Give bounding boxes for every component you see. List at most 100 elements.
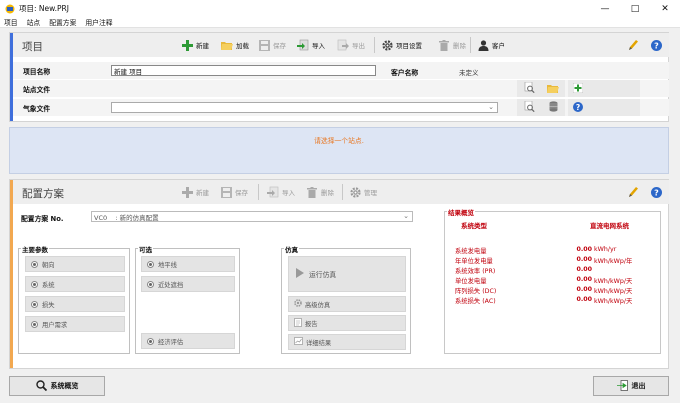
client-button[interactable]: 客户: [477, 37, 505, 53]
save-project-button[interactable]: 保存: [258, 37, 286, 53]
title-bar: 项目: New.PRJ — □ ✕: [0, 0, 680, 17]
help-button[interactable]: ?: [650, 37, 665, 53]
system-overview-button[interactable]: 系统概览: [9, 376, 105, 396]
delete-variant-button[interactable]: 删除: [306, 184, 334, 200]
variant-accent: [10, 180, 13, 368]
system-button[interactable]: 系统: [25, 276, 125, 292]
near-shading-button[interactable]: 近处遮挡: [141, 276, 235, 292]
meteo-database-button[interactable]: [541, 99, 565, 116]
report-button[interactable]: 报告: [288, 315, 406, 331]
delete-project-button[interactable]: 删除: [438, 37, 466, 53]
pencil-icon: [626, 39, 638, 51]
help-icon: ?: [650, 186, 662, 198]
svg-text:?: ?: [654, 41, 659, 50]
magnifier-doc-icon: [524, 100, 535, 114]
plus-icon: [181, 186, 193, 198]
folder-icon: [547, 83, 559, 95]
magnifier-doc-icon: [524, 81, 535, 95]
save-icon: [220, 186, 232, 198]
optional-title: 可选: [138, 244, 153, 254]
meteo-search-button[interactable]: [517, 99, 541, 116]
load-project-button[interactable]: 加载: [221, 37, 249, 53]
minimize-button[interactable]: —: [590, 0, 620, 17]
import-button[interactable]: 导入: [297, 37, 325, 53]
edit-pencil-button[interactable]: [626, 37, 641, 53]
site-search-button[interactable]: [517, 80, 541, 97]
menu-variant[interactable]: 配置方案: [49, 17, 76, 27]
help-icon: ?: [573, 101, 583, 114]
result-row: 单位发电量 0.00 kWh/kWp/天: [455, 276, 633, 285]
help-icon: ?: [650, 39, 662, 51]
gear-icon: [381, 39, 393, 51]
meteo-file-label: 气象文件: [23, 104, 51, 113]
results-title: 结果概览: [447, 207, 475, 217]
play-icon: [296, 268, 304, 280]
menu-site[interactable]: 站点: [27, 17, 41, 27]
chart-icon: [294, 337, 303, 347]
report-icon: [294, 317, 302, 329]
plus-icon: [181, 39, 193, 51]
user-icon: [477, 39, 489, 51]
meteo-help-button[interactable]: ?: [568, 99, 640, 116]
exit-icon: [616, 379, 628, 393]
client-name-value: 未定义: [459, 69, 479, 77]
result-row: 系统发电量 0.00 kWh/yr: [455, 246, 617, 255]
trash-icon: [306, 186, 318, 198]
run-simulation-button[interactable]: 运行仿真: [288, 256, 406, 292]
import-variant-button[interactable]: 导入: [267, 184, 295, 200]
site-new-button[interactable]: [568, 80, 640, 97]
site-open-button[interactable]: [541, 80, 565, 97]
economic-eval-button[interactable]: 经济评估: [141, 333, 235, 349]
result-row: 系统效率 (PR) 0.00: [455, 266, 592, 275]
optional-group: 可选 地平线 近处遮挡 经济评估: [135, 244, 240, 354]
svg-text:?: ?: [654, 188, 659, 197]
plus-icon: [572, 82, 584, 95]
app-icon: [5, 4, 15, 14]
chevron-down-icon: ⌄: [488, 103, 494, 111]
folder-icon: [221, 39, 233, 51]
project-settings-button[interactable]: 项目设置: [381, 37, 422, 53]
import-icon: [267, 186, 279, 198]
gear-icon: [294, 299, 302, 309]
main-params-group: 主要参数 朝向 系统 损失 用户需求: [18, 244, 130, 354]
menu-user-notes[interactable]: 用户注释: [85, 17, 112, 27]
detailed-results-button[interactable]: 详细结果: [288, 334, 406, 350]
export-button[interactable]: 导出: [337, 37, 365, 53]
variant-panel: 配置方案 新建 保存 导入 删除 管理 ? 配置方案 No. VC0 : 新的仿…: [9, 179, 669, 369]
advanced-simulation-button[interactable]: 高级仿真: [288, 296, 406, 312]
new-variant-button[interactable]: 新建: [181, 184, 209, 200]
menu-project[interactable]: 项目: [4, 17, 18, 27]
results-group: 结果概览 系统类型 直流电网系统 系统发电量 0.00 kWh/yr 年单位发电量 0…: [444, 207, 661, 354]
site-notice-panel: 请选择一个站点.: [9, 127, 669, 174]
export-icon: [337, 39, 349, 51]
exit-button[interactable]: 退出: [593, 376, 669, 396]
maximize-button[interactable]: □: [620, 0, 650, 17]
trash-icon: [438, 39, 450, 51]
orientation-button[interactable]: 朝向: [25, 256, 125, 272]
save-variant-button[interactable]: 保存: [220, 184, 248, 200]
user-needs-button[interactable]: 用户需求: [25, 316, 125, 332]
import-icon: [297, 39, 309, 51]
variant-select[interactable]: VC0 : 新的仿真配置 ⌄: [91, 211, 413, 222]
project-name-label: 项目名称: [23, 67, 51, 76]
site-notice-text: 请选择一个站点.: [314, 137, 364, 145]
meteo-file-select[interactable]: ⌄: [111, 102, 498, 113]
pencil-icon: [626, 186, 638, 198]
site-file-label: 站点文件: [23, 85, 51, 94]
help-button[interactable]: ?: [650, 184, 665, 200]
losses-button[interactable]: 损失: [25, 296, 125, 312]
results-col2: 直流电网系统: [590, 222, 629, 230]
manage-variant-button[interactable]: 管理: [349, 184, 377, 200]
result-row: 阵列损失 (DC) 0.00 kWh/kWp/天: [455, 286, 633, 295]
results-col1: 系统类型: [461, 222, 487, 230]
variant-no-label: 配置方案 No.: [21, 215, 64, 223]
menu-bar: 项目 站点 配置方案 用户注释: [0, 17, 680, 28]
variant-title: 配置方案: [22, 188, 64, 200]
new-project-button[interactable]: 新建: [181, 37, 209, 53]
edit-pencil-button[interactable]: [626, 184, 641, 200]
close-button[interactable]: ✕: [650, 0, 680, 17]
project-name-input[interactable]: 新建 项目: [111, 65, 376, 76]
simulation-group: 仿真 运行仿真 高级仿真 报告 详细结果: [281, 244, 411, 354]
client-name-label: 客户名称: [391, 69, 419, 77]
horizon-button[interactable]: 地平线: [141, 256, 235, 272]
